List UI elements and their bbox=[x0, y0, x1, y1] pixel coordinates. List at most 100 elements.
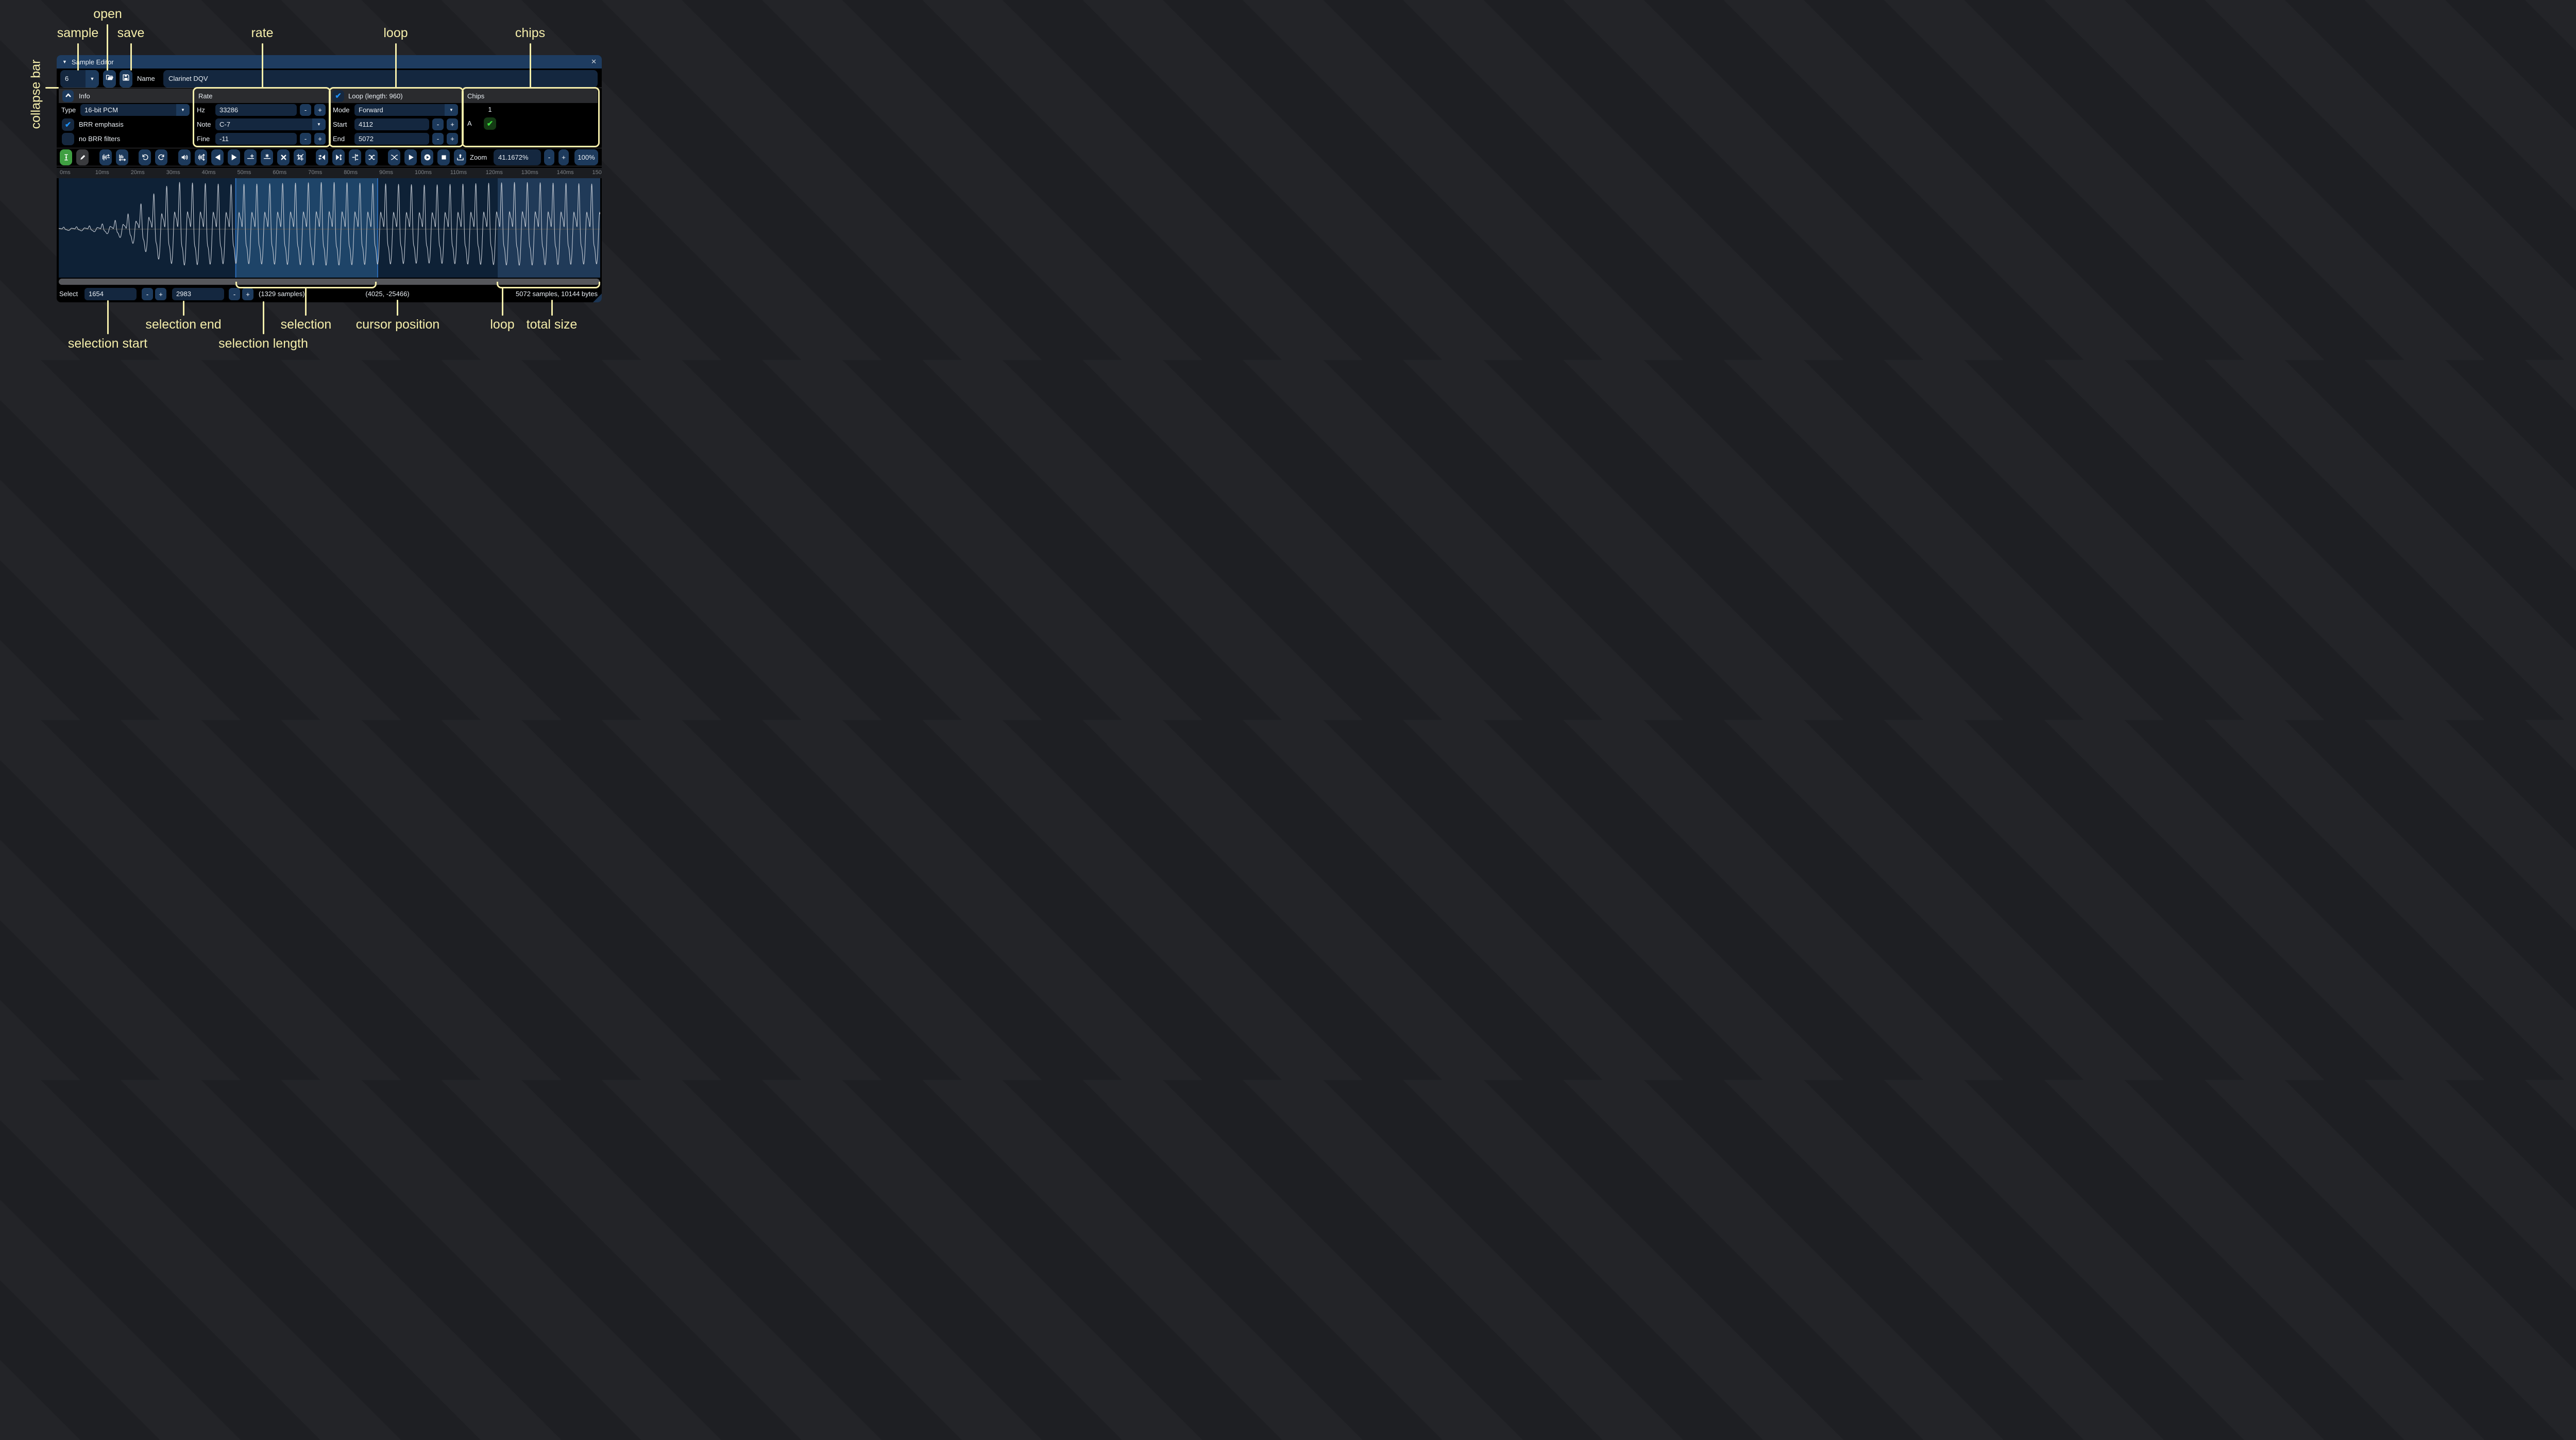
annotation-line-loop-bottom bbox=[502, 287, 503, 316]
name-label: Name bbox=[137, 70, 155, 88]
open-button[interactable] bbox=[103, 70, 116, 88]
info-panel-title: Info bbox=[79, 92, 90, 100]
annotation-selection-end: selection end bbox=[145, 317, 221, 332]
crossfade-button[interactable] bbox=[388, 149, 400, 165]
window-collapse-icon[interactable]: ▼ bbox=[62, 59, 67, 64]
annotation-line-selection-end bbox=[183, 301, 184, 316]
shift-left-button[interactable] bbox=[316, 149, 328, 165]
waveform-display[interactable] bbox=[59, 178, 600, 278]
selection-start-input[interactable]: 1654 bbox=[84, 288, 137, 300]
zoom-input[interactable]: 41.1672% bbox=[494, 149, 541, 165]
no-brr-filters-checkbox[interactable]: ✔ bbox=[62, 133, 74, 145]
wave-add-button[interactable] bbox=[99, 149, 112, 165]
play-circle-button[interactable] bbox=[421, 149, 433, 165]
cursor-position-text: (4025, -25466) bbox=[365, 286, 409, 302]
normalize-button[interactable] bbox=[195, 149, 207, 165]
annotation-line-chips bbox=[530, 43, 531, 88]
title-bar[interactable]: ▼ Sample Editor ✕ bbox=[57, 55, 602, 68]
header-row: 6 ▼ Name Clarinet DQV bbox=[57, 70, 602, 88]
annotation-sample: sample bbox=[57, 26, 99, 41]
annotation-line-open bbox=[107, 24, 108, 71]
annotation-loop: loop bbox=[383, 26, 408, 41]
close-icon[interactable]: ✕ bbox=[591, 55, 597, 68]
brr-emphasis-checkbox[interactable]: ✔ bbox=[62, 118, 74, 131]
zoom-label: Zoom bbox=[470, 149, 487, 165]
stop-button[interactable] bbox=[437, 149, 450, 165]
selection-length-text: (1329 samples) bbox=[259, 286, 305, 302]
ruler-label: 130ms bbox=[521, 169, 538, 176]
ruler-label: 20ms bbox=[131, 169, 145, 176]
fade-in-button[interactable] bbox=[228, 149, 240, 165]
zoom-in-button[interactable]: + bbox=[558, 149, 569, 165]
play-button[interactable] bbox=[404, 149, 417, 165]
ruler-label: 120ms bbox=[486, 169, 503, 176]
redo-button[interactable] bbox=[155, 149, 167, 165]
annotation-cursor-position: cursor position bbox=[356, 317, 440, 332]
annotation-outline-rate bbox=[193, 87, 331, 147]
total-size-text: 5072 samples, 10144 bytes bbox=[516, 286, 598, 302]
export-button[interactable] bbox=[454, 149, 466, 165]
ruler-label: 100ms bbox=[415, 169, 432, 176]
time-ruler: 0ms10ms20ms30ms40ms50ms60ms70ms80ms90ms1… bbox=[57, 168, 602, 178]
marker-plus-button[interactable] bbox=[244, 149, 257, 165]
resize-grip[interactable] bbox=[593, 294, 602, 302]
annotation-selection: selection bbox=[281, 317, 332, 332]
ruler-label: 110ms bbox=[450, 169, 467, 176]
annotation-save: save bbox=[117, 26, 145, 41]
type-label: Type bbox=[61, 106, 80, 114]
undo-button[interactable] bbox=[139, 149, 151, 165]
selection-end-minus-button[interactable]: - bbox=[229, 288, 240, 300]
ruler-label: 50ms bbox=[238, 169, 251, 176]
annotation-loop-bottom: loop bbox=[490, 317, 514, 332]
zoom-out-button[interactable]: - bbox=[544, 149, 554, 165]
annotation-line-selection-length bbox=[263, 301, 264, 334]
select-tool-button[interactable] bbox=[60, 149, 72, 165]
annotation-line-selection-start bbox=[107, 300, 109, 334]
draw-tool-button[interactable] bbox=[76, 149, 89, 165]
annotation-selection-length: selection length bbox=[218, 336, 308, 351]
annotation-line-cursor-position bbox=[397, 300, 398, 316]
wave-resize-button[interactable] bbox=[116, 149, 128, 165]
info-panel: Info Type 16-bit PCM ▼ ✔ BRR emphasis ✔ … bbox=[59, 89, 193, 145]
annotation-line-total-size bbox=[551, 300, 553, 316]
ruler-label: 0ms bbox=[60, 169, 71, 176]
gain-adjust-button[interactable] bbox=[349, 149, 361, 165]
sample-number-dropdown[interactable]: 6 ▼ bbox=[60, 70, 99, 88]
ruler-label: 80ms bbox=[344, 169, 358, 176]
fade-out-button[interactable] bbox=[211, 149, 224, 165]
annotation-bracket-loop bbox=[497, 282, 600, 288]
ruler-label: 140ms bbox=[557, 169, 574, 176]
delete-selection-button[interactable] bbox=[277, 149, 290, 165]
annotation-line-loop bbox=[395, 43, 397, 88]
collapse-bar-button[interactable] bbox=[62, 90, 74, 102]
type-dropdown[interactable]: 16-bit PCM ▼ bbox=[80, 104, 190, 116]
select-label: Select bbox=[59, 286, 78, 302]
crop-selection-button[interactable] bbox=[294, 149, 306, 165]
zoom-reset-button[interactable]: 100% bbox=[574, 149, 598, 165]
folder-open-icon bbox=[106, 74, 113, 84]
no-brr-filters-label: no BRR filters bbox=[79, 135, 120, 143]
amplify-button[interactable] bbox=[178, 149, 191, 165]
annotation-total-size: total size bbox=[527, 317, 578, 332]
ruler-label: 70ms bbox=[308, 169, 322, 176]
ruler-label: 90ms bbox=[379, 169, 393, 176]
annotation-line-selection bbox=[305, 287, 307, 316]
stretch-amplitude-button[interactable] bbox=[332, 149, 345, 165]
annotation-line-collapse-bar bbox=[45, 87, 59, 89]
annotation-collapse-bar: collapse bar bbox=[29, 60, 44, 129]
phase-invert-button[interactable] bbox=[365, 149, 378, 165]
selection-end-input[interactable]: 2983 bbox=[172, 288, 224, 300]
annotation-open: open bbox=[93, 7, 122, 22]
annotation-line-rate bbox=[262, 43, 263, 88]
brr-emphasis-label: BRR emphasis bbox=[79, 121, 124, 128]
info-panel-header: Info bbox=[59, 89, 193, 103]
name-input[interactable]: Clarinet DQV bbox=[163, 70, 598, 88]
selection-end-plus-button[interactable]: + bbox=[242, 288, 253, 300]
selection-start-plus-button[interactable]: + bbox=[155, 288, 166, 300]
chevron-down-icon: ▼ bbox=[176, 104, 190, 116]
marker-star-button[interactable] bbox=[261, 149, 273, 165]
annotation-outline-loop bbox=[329, 87, 464, 147]
save-button[interactable] bbox=[120, 70, 132, 88]
annotation-line-sample bbox=[77, 43, 79, 71]
selection-start-minus-button[interactable]: - bbox=[142, 288, 153, 300]
